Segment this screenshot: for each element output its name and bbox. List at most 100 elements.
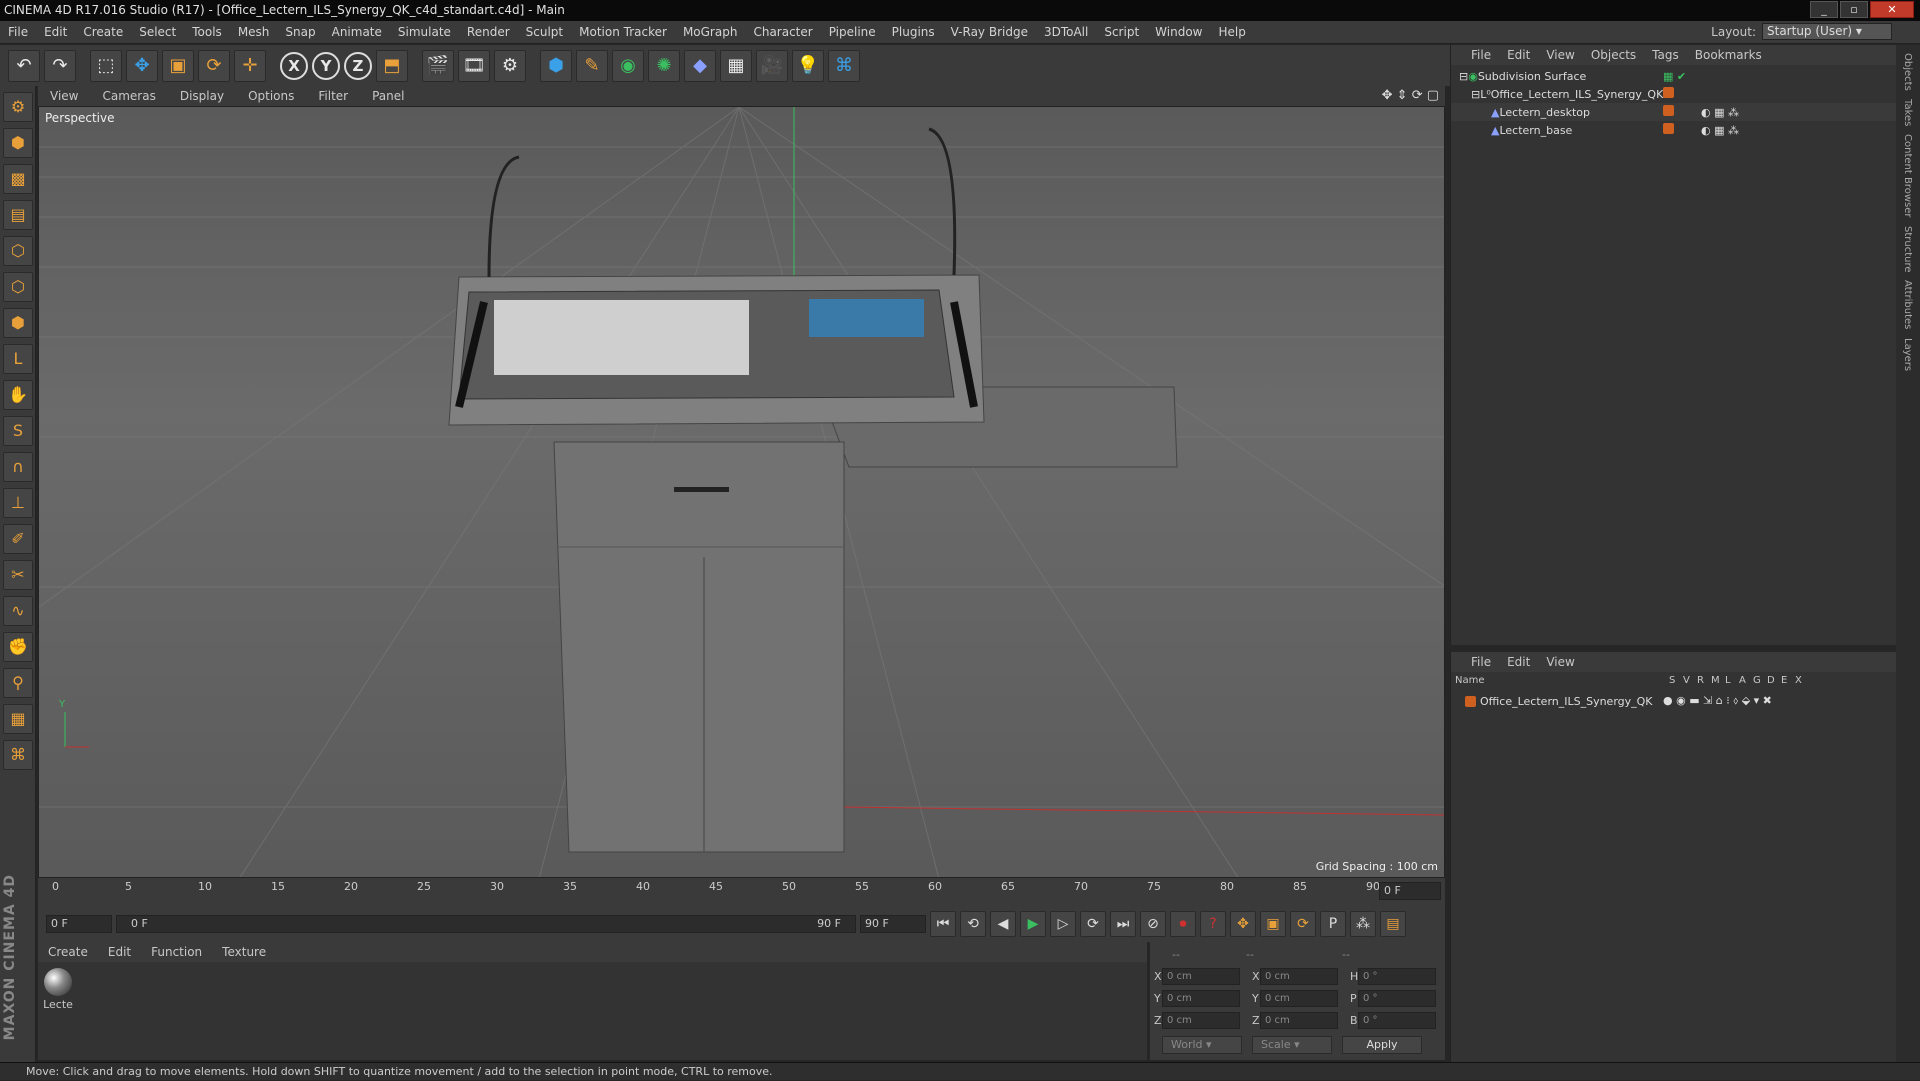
layer-menu-item[interactable]: Edit: [1499, 655, 1538, 669]
python-tool-icon[interactable]: ⌘: [3, 740, 33, 770]
texture-mode-icon[interactable]: ▩: [3, 164, 33, 194]
tree-item-lectern-base[interactable]: ▲ Lectern_base ◐ ▦ ⁂: [1451, 121, 1897, 139]
live-selection-icon[interactable]: ⬚: [90, 49, 122, 82]
menu-item[interactable]: V-Ray Bridge: [943, 25, 1036, 39]
cube-icon[interactable]: ⬢: [540, 49, 572, 82]
layer-column-header[interactable]: S: [1669, 675, 1683, 691]
end-frame-field[interactable]: 90 F: [860, 915, 926, 933]
material-menu-item[interactable]: Function: [141, 945, 212, 959]
coord-value-field[interactable]: 0 cm: [1162, 1011, 1240, 1029]
expand-icon[interactable]: ⊟: [1459, 70, 1468, 83]
render-view-icon[interactable]: 🎬: [422, 49, 454, 82]
layout-dropdown[interactable]: Startup (User) ▾: [1762, 23, 1892, 40]
menu-item[interactable]: Animate: [324, 25, 390, 39]
previous-key-icon[interactable]: ⟲: [960, 911, 986, 937]
menu-item[interactable]: Help: [1210, 25, 1253, 39]
side-tab[interactable]: Takes: [1902, 99, 1913, 126]
visibility-check-icon[interactable]: ▦ ✔: [1663, 70, 1686, 83]
object-menu-item[interactable]: View: [1538, 48, 1582, 62]
menu-item[interactable]: 3DToAll: [1036, 25, 1096, 39]
z-axis-icon[interactable]: Z: [344, 51, 372, 80]
render-picture-viewer-icon[interactable]: 🎞: [458, 49, 490, 82]
scale-dropdown[interactable]: Scale ▾: [1252, 1036, 1332, 1054]
menu-item[interactable]: Character: [745, 25, 820, 39]
coordinate-system-icon[interactable]: ⬒: [376, 49, 408, 82]
menu-item[interactable]: Mesh: [230, 25, 278, 39]
undo-icon[interactable]: ↶: [8, 49, 40, 82]
side-tab[interactable]: Structure: [1902, 226, 1913, 273]
points-mode-icon[interactable]: ⬡: [3, 236, 33, 266]
paint-icon[interactable]: ⚲: [3, 668, 33, 698]
axis-mode-icon[interactable]: L: [3, 344, 33, 374]
apply-button[interactable]: Apply: [1342, 1036, 1422, 1054]
go-to-start-icon[interactable]: ⏮: [930, 911, 956, 937]
close-button[interactable]: ✕: [1870, 1, 1914, 18]
tree-item-lectern-desktop[interactable]: ▲ Lectern_desktop ◐ ▦ ⁂: [1451, 103, 1897, 121]
move-icon[interactable]: ✥: [126, 49, 158, 82]
y-axis-icon[interactable]: Y: [312, 51, 340, 80]
layer-toggles[interactable]: ● ◉ ▬ ⇲ ⌂ ⁝ ⬨ ⬙ ▾ ✖: [1663, 694, 1772, 708]
tweak-icon[interactable]: ✋: [3, 380, 33, 410]
layer-column-header[interactable]: Name: [1455, 675, 1669, 691]
knife-icon[interactable]: ✂: [3, 560, 33, 590]
side-tab[interactable]: Attributes: [1902, 280, 1913, 329]
tree-item-subdivision-surface[interactable]: ⊟ ◉ Subdivision Surface ▦ ✔: [1451, 67, 1897, 85]
layer-tag[interactable]: [1663, 105, 1678, 119]
grab-icon[interactable]: ✊: [3, 632, 33, 662]
key-pla-icon[interactable]: ⁂: [1350, 911, 1376, 937]
floor-icon[interactable]: ▦: [720, 49, 752, 82]
scale-icon[interactable]: ▣: [162, 49, 194, 82]
menu-item[interactable]: Edit: [36, 25, 75, 39]
timeline-ruler[interactable]: 0 5 10 15 20 25 30 35 40 45 50 55 60 65 70 75 80 85 90 0 F: [38, 878, 1445, 906]
material-tag-icon[interactable]: ◐ ▦ ⁂: [1701, 106, 1739, 119]
viewport-menu-item[interactable]: Display: [168, 89, 236, 103]
material-tag-icon[interactable]: ◐ ▦ ⁂: [1701, 124, 1739, 137]
side-tab[interactable]: Objects: [1902, 53, 1913, 91]
layer-menu-item[interactable]: View: [1538, 655, 1582, 669]
timeline-window-icon[interactable]: ▤: [1380, 911, 1406, 937]
subdivision-icon[interactable]: ◉: [612, 49, 644, 82]
menu-item[interactable]: Render: [459, 25, 518, 39]
maximize-button[interactable]: ▫: [1840, 1, 1868, 18]
polygons-mode-icon[interactable]: ⬢: [3, 308, 33, 338]
coord-value-field[interactable]: 0 cm: [1162, 967, 1240, 985]
coord-value-field[interactable]: 0 cm: [1260, 989, 1338, 1007]
magnet-icon[interactable]: ∩: [3, 452, 33, 482]
start-frame-field[interactable]: 0 F: [46, 915, 112, 933]
brush-icon[interactable]: ✐: [3, 524, 33, 554]
frame-range-slider[interactable]: 0 F 90 F: [116, 915, 856, 933]
coord-value-field[interactable]: 0 °: [1358, 989, 1436, 1007]
object-menu-item[interactable]: Objects: [1583, 48, 1644, 62]
world-dropdown[interactable]: World ▾: [1162, 1036, 1242, 1054]
3d-viewport[interactable]: Y Perspective Grid Spacing : 100 cm: [38, 106, 1445, 878]
key-rotation-icon[interactable]: ⟳: [1290, 911, 1316, 937]
menu-item[interactable]: Simulate: [390, 25, 459, 39]
side-tab[interactable]: Layers: [1902, 338, 1913, 371]
go-to-end-icon[interactable]: ⏭: [1110, 911, 1136, 937]
layer-column-header[interactable]: A: [1739, 675, 1753, 691]
light-icon[interactable]: 💡: [792, 49, 824, 82]
tree-item-office-lectern[interactable]: ⊟ L⁰ Office_Lectern_ILS_Synergy_QK: [1451, 85, 1897, 103]
viewport-menu-item[interactable]: View: [38, 89, 90, 103]
mograph-icon[interactable]: ✺: [648, 49, 680, 82]
coord-value-field[interactable]: 0 cm: [1162, 989, 1240, 1007]
menu-item[interactable]: Window: [1147, 25, 1210, 39]
checker-icon[interactable]: ▦: [3, 704, 33, 734]
material-menu-item[interactable]: Edit: [98, 945, 141, 959]
coord-value-field[interactable]: 0 °: [1358, 1011, 1436, 1029]
side-tab[interactable]: Content Browser: [1902, 134, 1913, 217]
menu-item[interactable]: Script: [1096, 25, 1147, 39]
x-axis-icon[interactable]: X: [280, 51, 308, 80]
material-menu-item[interactable]: Create: [38, 945, 98, 959]
layer-column-header[interactable]: E: [1781, 675, 1795, 691]
camera-icon[interactable]: 🎥: [756, 49, 788, 82]
workplane-icon[interactable]: ▤: [3, 200, 33, 230]
python-icon[interactable]: ⌘: [828, 49, 860, 82]
menu-item[interactable]: Select: [131, 25, 184, 39]
deformer-icon[interactable]: ◆: [684, 49, 716, 82]
layer-column-header[interactable]: M: [1711, 675, 1725, 691]
edges-mode-icon[interactable]: ⬡: [3, 272, 33, 302]
next-frame-icon[interactable]: ▷: [1050, 911, 1076, 937]
pen-icon[interactable]: ✎: [576, 49, 608, 82]
play-icon[interactable]: ▶: [1020, 911, 1046, 937]
